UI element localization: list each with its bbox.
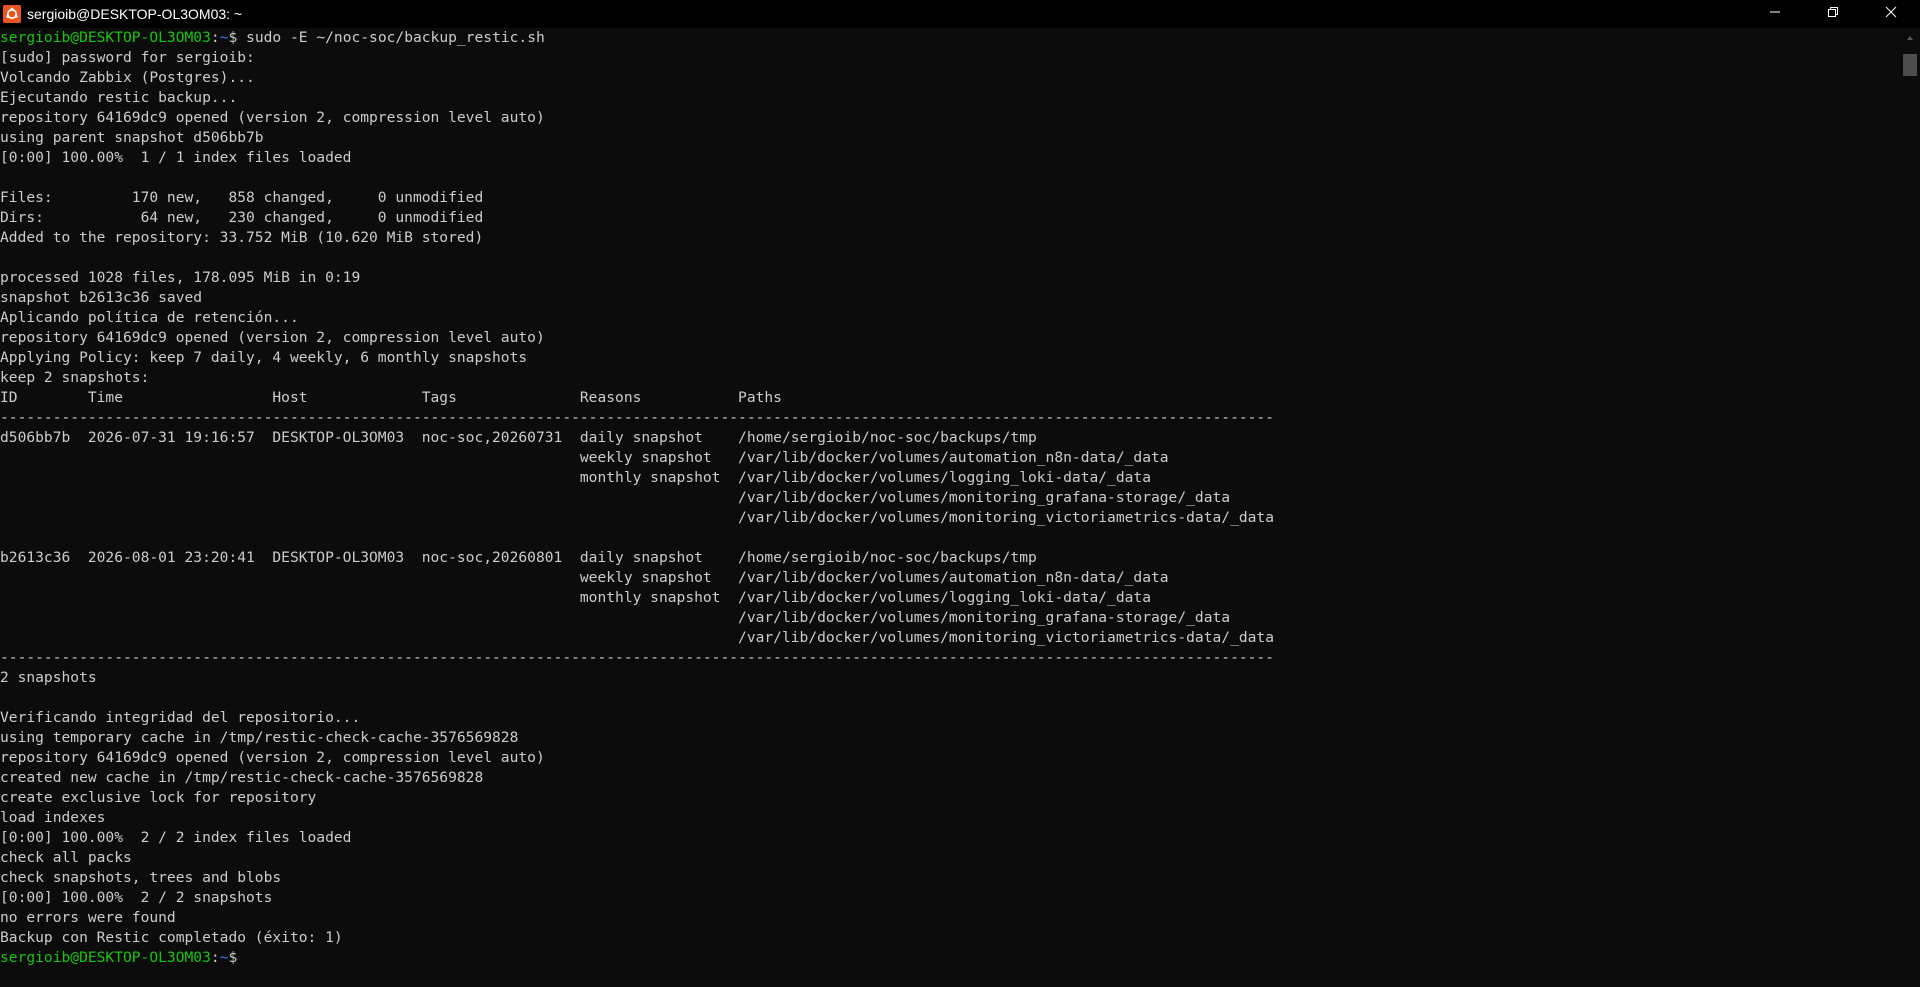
prompt-user-host: sergioib@DESKTOP-OL3OM03: [0, 949, 211, 966]
prompt-user-host: sergioib@DESKTOP-OL3OM03: [0, 29, 211, 46]
output-line: [0:00] 100.00% 2 / 2 snapshots: [0, 889, 273, 906]
command-output: [sudo] password for sergioib: Volcando Za…: [0, 48, 1900, 948]
output-line: d506bb7b 2026-07-31 19:16:57 DESKTOP-OL3…: [0, 429, 1037, 446]
window-controls: [1746, 0, 1920, 28]
minimize-button[interactable]: [1746, 0, 1804, 28]
title-bar[interactable]: sergioib@DESKTOP-OL3OM03: ~: [0, 0, 1920, 28]
prompt-separator: :: [210, 29, 220, 46]
output-line: no errors were found: [0, 909, 176, 926]
ubuntu-icon: [3, 5, 21, 23]
output-line: created new cache in /tmp/restic-check-c…: [0, 769, 484, 786]
output-line: monthly snapshot /var/lib/docker/volumes…: [0, 469, 1151, 486]
vertical-scrollbar[interactable]: [1900, 28, 1920, 987]
output-line: create exclusive lock for repository: [0, 789, 317, 806]
output-line: load indexes: [0, 809, 106, 826]
prompt-symbol: $: [228, 949, 238, 966]
output-line: Backup con Restic completado (éxito: 1): [0, 929, 343, 946]
output-line: ----------------------------------------…: [0, 649, 1274, 666]
final-prompt-line[interactable]: sergioib@DESKTOP-OL3OM03:~$: [0, 948, 1900, 968]
output-line: Applying Policy: keep 7 daily, 4 weekly,…: [0, 349, 528, 366]
output-line: /var/lib/docker/volumes/monitoring_grafa…: [0, 489, 1231, 506]
output-line: Ejecutando restic backup...: [0, 89, 238, 106]
prompt-separator: :: [210, 949, 220, 966]
command-text: sudo -E ~/noc-soc/backup_restic.sh: [237, 29, 545, 46]
output-line: weekly snapshot /var/lib/docker/volumes/…: [0, 449, 1169, 466]
output-line: weekly snapshot /var/lib/docker/volumes/…: [0, 569, 1169, 586]
output-line: /var/lib/docker/volumes/monitoring_victo…: [0, 629, 1274, 646]
command-line: sergioib@DESKTOP-OL3OM03:~$ sudo -E ~/no…: [0, 28, 1900, 48]
output-line: Aplicando política de retención...: [0, 309, 299, 326]
output-line: Verificando integridad del repositorio..…: [0, 709, 361, 726]
restore-icon: [1827, 5, 1839, 23]
output-line: /var/lib/docker/volumes/monitoring_victo…: [0, 509, 1274, 526]
output-line: Volcando Zabbix (Postgres)...: [0, 69, 255, 86]
output-line: [sudo] password for sergioib:: [0, 49, 255, 66]
terminal-content[interactable]: sergioib@DESKTOP-OL3OM03:~$ sudo -E ~/no…: [0, 28, 1900, 987]
scroll-thumb[interactable]: [1903, 54, 1917, 76]
window-title: sergioib@DESKTOP-OL3OM03: ~: [27, 6, 243, 22]
output-line: check all packs: [0, 849, 132, 866]
output-line: /var/lib/docker/volumes/monitoring_grafa…: [0, 609, 1231, 626]
minimize-icon: [1769, 5, 1781, 23]
terminal-window: sergioib@DESKTOP-OL3OM03: ~ sergioib@DES…: [0, 0, 1920, 987]
output-line: using temporary cache in /tmp/restic-che…: [0, 729, 519, 746]
scroll-up-arrow[interactable]: [1900, 28, 1920, 48]
output-line: b2613c36 2026-08-01 23:20:41 DESKTOP-OL3…: [0, 549, 1037, 566]
close-icon: [1885, 5, 1897, 23]
output-line: snapshot b2613c36 saved: [0, 289, 203, 306]
output-line: Files: 170 new, 858 changed, 0 unmodifie…: [0, 189, 484, 206]
output-line: monthly snapshot /var/lib/docker/volumes…: [0, 589, 1151, 606]
output-line: Dirs: 64 new, 230 changed, 0 unmodified: [0, 209, 484, 226]
output-line: keep 2 snapshots:: [0, 369, 150, 386]
output-line: repository 64169dc9 opened (version 2, c…: [0, 109, 545, 126]
prompt-symbol: $: [228, 29, 238, 46]
output-line: repository 64169dc9 opened (version 2, c…: [0, 749, 545, 766]
close-button[interactable]: [1862, 0, 1920, 28]
output-line: ----------------------------------------…: [0, 409, 1274, 426]
output-line: using parent snapshot d506bb7b: [0, 129, 264, 146]
output-line: check snapshots, trees and blobs: [0, 869, 282, 886]
output-line: [0:00] 100.00% 2 / 2 index files loaded: [0, 829, 352, 846]
output-line: ID Time Host Tags Reasons Paths: [0, 389, 782, 406]
output-line: [0:00] 100.00% 1 / 1 index files loaded: [0, 149, 352, 166]
output-line: 2 snapshots: [0, 669, 97, 686]
output-line: repository 64169dc9 opened (version 2, c…: [0, 329, 545, 346]
output-line: Added to the repository: 33.752 MiB (10.…: [0, 229, 484, 246]
output-line: processed 1028 files, 178.095 MiB in 0:1…: [0, 269, 361, 286]
restore-button[interactable]: [1804, 0, 1862, 28]
